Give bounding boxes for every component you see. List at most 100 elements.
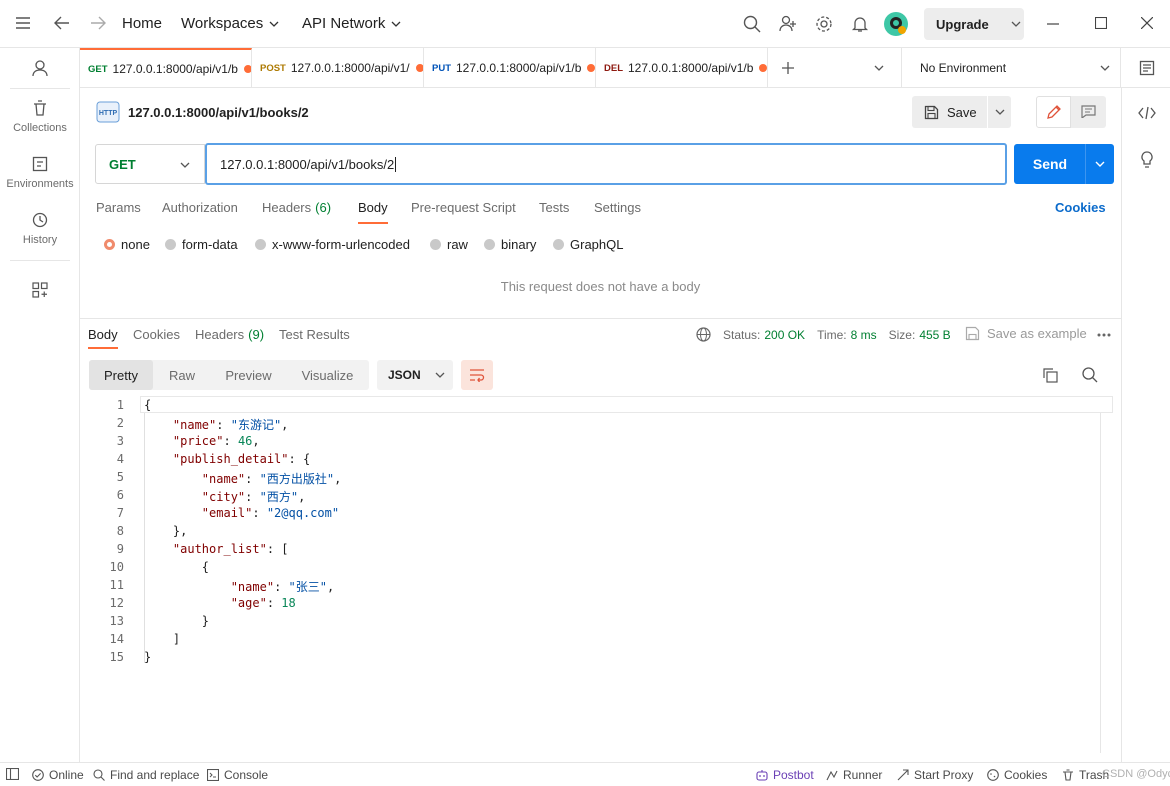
globe-icon[interactable] (696, 327, 711, 342)
user-icon[interactable] (32, 60, 48, 77)
url-value: 127.0.0.1:8000/api/v1/books/2 (220, 156, 395, 172)
comments-button[interactable] (1071, 96, 1106, 128)
home-link[interactable]: Home (122, 15, 162, 32)
tab-headers[interactable]: Headers (6) (262, 200, 331, 215)
runner-button[interactable]: Runner (826, 768, 882, 782)
line-number: 13 (109, 614, 124, 628)
close-icon[interactable] (1141, 17, 1153, 29)
bell-icon[interactable] (851, 15, 869, 33)
format-select[interactable]: JSON (377, 360, 453, 390)
code-line: } (144, 614, 210, 628)
request-tab-bar: GET 127.0.0.1:8000/api/v1/b POST 127.0.0… (80, 48, 1170, 88)
edit-mode-button[interactable] (1036, 96, 1071, 128)
radio-none[interactable]: none (104, 237, 150, 252)
json-key: "price" (172, 434, 224, 448)
pencil-icon (1047, 105, 1061, 119)
minimize-icon[interactable] (1047, 23, 1059, 25)
code-line: "publish_detail": { (172, 452, 311, 466)
toggle-sidebar-icon[interactable] (6, 768, 24, 780)
workspaces-menu[interactable]: Workspaces (181, 15, 279, 32)
sidebar-item-collections[interactable]: Collections (0, 100, 80, 134)
copy-icon[interactable] (1042, 367, 1058, 383)
send-button[interactable]: Send (1014, 144, 1086, 184)
radio-binary[interactable]: binary (484, 237, 536, 252)
radio-label: raw (447, 237, 468, 252)
time-value[interactable]: 8 ms (851, 328, 877, 342)
pane-divider (80, 318, 1121, 319)
gear-icon[interactable] (815, 15, 833, 33)
tab-body[interactable]: Body (358, 200, 388, 215)
forward-arrow-icon[interactable] (90, 16, 106, 30)
line-number: 1 (116, 398, 124, 412)
search-icon[interactable] (743, 15, 761, 33)
save-button[interactable]: Save (912, 96, 987, 128)
back-arrow-icon[interactable] (54, 16, 70, 30)
new-tab-plus-icon[interactable] (782, 62, 794, 74)
response-tab-body[interactable]: Body (88, 327, 118, 342)
cookies-button[interactable]: Cookies (987, 768, 1047, 782)
online-status[interactable]: Online (32, 768, 84, 782)
tab-tests[interactable]: Tests (539, 200, 569, 215)
code-scrollbar-track[interactable] (1100, 413, 1101, 753)
title-bar: Home Workspaces API Network Upgrade (0, 0, 1170, 48)
upgrade-button[interactable]: Upgrade (924, 8, 1024, 40)
save-as-example-button[interactable]: Save as example (965, 326, 1087, 341)
code-line: "email": "2@qq.com" (201, 506, 340, 520)
sidebar-item-history[interactable]: History (0, 212, 80, 246)
radio-raw[interactable]: raw (430, 237, 468, 252)
lightbulb-icon[interactable] (1139, 151, 1155, 169)
response-tab-cookies[interactable]: Cookies (133, 327, 180, 342)
api-network-menu[interactable]: API Network (302, 15, 401, 32)
avatar[interactable] (884, 12, 908, 36)
postbot-label: Postbot (773, 768, 814, 782)
tab-get-request[interactable]: GET 127.0.0.1:8000/api/v1/b (80, 48, 252, 88)
environment-select[interactable]: No Environment (902, 48, 1120, 88)
radio-icon (553, 239, 564, 250)
cookies-link[interactable]: Cookies (1055, 200, 1106, 215)
size-value[interactable]: 455 B (919, 328, 950, 342)
wrap-lines-button[interactable] (461, 360, 493, 390)
code-snippet-icon[interactable] (1138, 106, 1156, 120)
status-value[interactable]: 200 OK (764, 328, 805, 342)
code-line: { (144, 560, 210, 574)
view-pretty-button[interactable]: Pretty (89, 360, 153, 390)
more-options-icon[interactable] (1097, 333, 1111, 337)
console-button[interactable]: Console (207, 768, 268, 782)
sidebar-item-environments[interactable]: Environments (0, 156, 80, 190)
environment-quick-look-icon[interactable] (1139, 60, 1155, 76)
radio-x-www-form-urlencoded[interactable]: x-www-form-urlencoded (255, 237, 410, 252)
postbot-button[interactable]: Postbot (756, 768, 814, 782)
find-and-replace-button[interactable]: Find and replace (93, 768, 199, 782)
tab-authorization[interactable]: Authorization (162, 200, 238, 215)
maximize-icon[interactable] (1095, 17, 1107, 29)
method-select[interactable]: GET (95, 144, 205, 184)
json-key: "age" (230, 596, 267, 610)
radio-graphql[interactable]: GraphQL (553, 237, 623, 252)
save-options-button[interactable] (988, 96, 1011, 128)
url-input[interactable]: 127.0.0.1:8000/api/v1/books/2 (205, 143, 1007, 185)
tab-headers-label: Headers (262, 200, 312, 215)
start-proxy-button[interactable]: Start Proxy (897, 768, 973, 782)
response-tab-headers[interactable]: Headers (9) (195, 327, 264, 342)
tab-settings[interactable]: Settings (594, 200, 641, 215)
radio-form-data[interactable]: form-data (165, 237, 238, 252)
menu-icon[interactable] (16, 17, 30, 29)
tab-pre-request-script[interactable]: Pre-request Script (411, 200, 516, 215)
chevron-down-icon (391, 21, 401, 27)
api-network-label: API Network (302, 15, 386, 32)
tab-params[interactable]: Params (96, 200, 141, 215)
tab-put-request[interactable]: PUT 127.0.0.1:8000/api/v1/b (424, 48, 596, 88)
apps-grid-icon[interactable] (32, 282, 48, 298)
tab-delete-request[interactable]: DEL 127.0.0.1:8000/api/v1/b (596, 48, 768, 88)
tab-post-request[interactable]: POST 127.0.0.1:8000/api/v1/ (252, 48, 424, 88)
invite-user-icon[interactable] (779, 15, 797, 33)
send-options-button[interactable] (1085, 144, 1114, 184)
response-tab-test-results[interactable]: Test Results (279, 327, 350, 342)
tabs-overflow-chevron-icon[interactable] (874, 65, 884, 71)
search-icon[interactable] (1082, 367, 1098, 383)
view-raw-button[interactable]: Raw (153, 360, 211, 390)
view-visualize-button[interactable]: Visualize (286, 360, 369, 390)
request-name[interactable]: 127.0.0.1:8000/api/v1/books/2 (128, 105, 309, 120)
tab-label: 127.0.0.1:8000/api/v1/ (290, 61, 410, 75)
view-preview-button[interactable]: Preview (211, 360, 286, 390)
